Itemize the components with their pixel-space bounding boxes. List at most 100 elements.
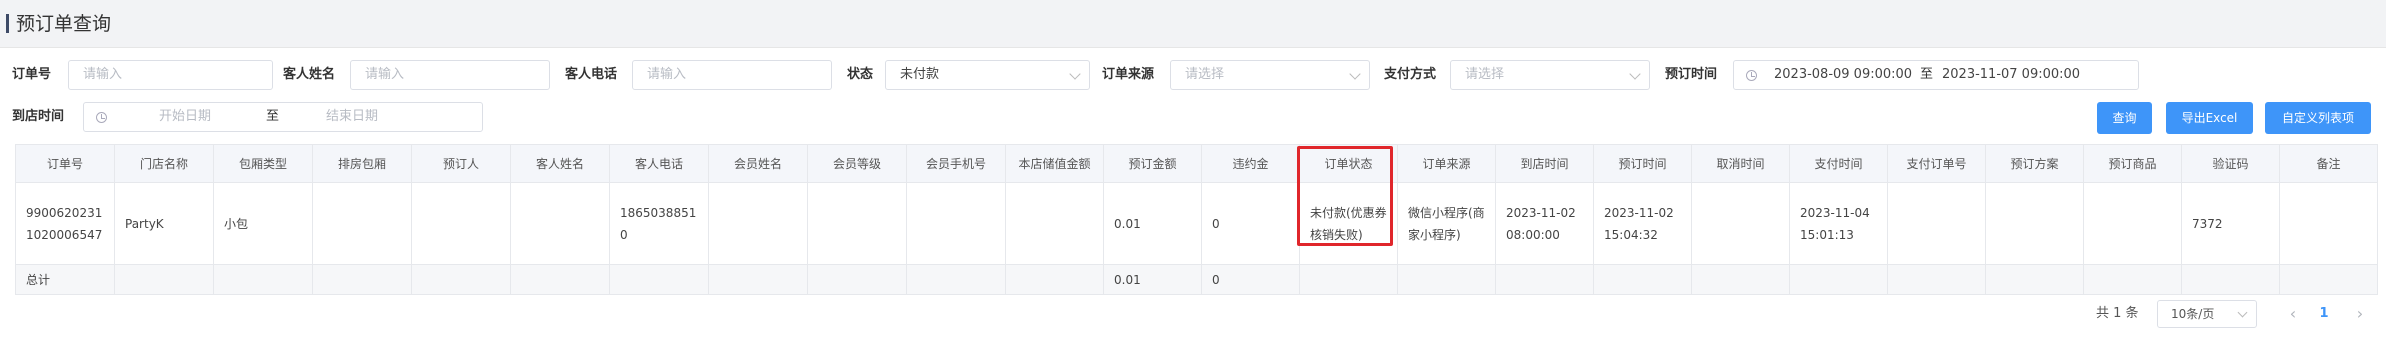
order-no-input[interactable]: 请输入 [68, 60, 273, 90]
booking-time-start: 2023-08-09 09:00:00 [1774, 67, 1913, 82]
booking-time-range[interactable]: 2023-08-09 09:00:00 至 2023-11-07 09:00:0… [1733, 60, 2139, 90]
page-header: 预订单查询 [0, 0, 2386, 48]
guest-name-label: 客人姓名 [283, 67, 336, 82]
status-value: 未付款 [900, 67, 940, 82]
total-cell [1397, 264, 1496, 295]
guest-phone-input[interactable]: 请输入 [632, 60, 832, 90]
total-cell: 0.01 [1103, 264, 1202, 295]
table-row[interactable]: 99006202311020006547 PartyK 小包 18650388510 0… [15, 182, 2378, 265]
total-cell [1985, 264, 2084, 295]
column-header: 订单号 [15, 144, 115, 183]
total-cell [609, 264, 709, 295]
page-size-value: 10条/页 [2171, 307, 2215, 321]
prev-page-button[interactable]: ‹ [2283, 300, 2303, 328]
table-cell: 7372 [2181, 182, 2280, 265]
total-cell [1887, 264, 1986, 295]
total-cell [1299, 264, 1398, 295]
table-cell: 99006202311020006547 [15, 182, 115, 265]
pay-method-select[interactable]: 请选择 [1450, 60, 1650, 90]
table-cell [906, 182, 1006, 265]
table-cell: 小包 [213, 182, 313, 265]
table-cell [411, 182, 511, 265]
arrival-time-start: 开始日期 [159, 109, 212, 124]
query-button[interactable]: 查询 [2097, 102, 2152, 134]
chevron-down-icon [1349, 68, 1361, 80]
table-cell [510, 182, 610, 265]
table-cell: 未付款(优惠券核销失败) [1299, 182, 1398, 265]
order-source-label: 订单来源 [1102, 67, 1155, 82]
guest-phone-label: 客人电话 [565, 67, 618, 82]
column-header: 客人姓名 [510, 144, 610, 183]
guest-phone-placeholder: 请输入 [647, 67, 687, 82]
total-cell: 总计 [15, 264, 115, 295]
column-header: 到店时间 [1495, 144, 1594, 183]
status-select[interactable]: 未付款 [885, 60, 1090, 90]
range-separator: 至 [266, 109, 280, 124]
total-cell [906, 264, 1006, 295]
column-header: 预订金额 [1103, 144, 1202, 183]
column-header: 支付时间 [1789, 144, 1888, 183]
orders-table: 订单号 门店名称 包厢类型 排房包厢 预订人 客人姓名 客人电话 会员姓名 会员等级 会员手机号本… [15, 144, 2378, 295]
table-cell: PartyK [114, 182, 214, 265]
table-cell [2279, 182, 2378, 265]
order-source-select[interactable]: 请选择 [1170, 60, 1370, 90]
chevron-down-icon [2237, 307, 2248, 318]
table-cell: 微信小程序(商家小程序) [1397, 182, 1496, 265]
clock-icon [1746, 70, 1757, 81]
column-header: 预订商品 [2083, 144, 2182, 183]
table-cell [1887, 182, 1986, 265]
total-cell [1691, 264, 1790, 295]
column-header: 违约金 [1201, 144, 1300, 183]
total-cell [1789, 264, 1888, 295]
column-header: 会员等级 [807, 144, 907, 183]
chevron-down-icon [1069, 68, 1081, 80]
column-header: 会员姓名 [708, 144, 808, 183]
total-cell [114, 264, 214, 295]
filter-panel: 订单号 请输入 客人姓名 请输入 客人电话 请输入 状态 未付款 订单来源 请选… [0, 60, 2386, 140]
total-cell [2181, 264, 2280, 295]
table-cell: 0 [1201, 182, 1300, 265]
arrival-time-range[interactable]: 开始日期 至 结束日期 [83, 102, 483, 132]
total-cell [2083, 264, 2182, 295]
guest-name-input[interactable]: 请输入 [350, 60, 550, 90]
total-cell [2279, 264, 2378, 295]
column-header: 排房包厢 [312, 144, 412, 183]
table-cell [1985, 182, 2084, 265]
column-header: 本店储值金额 [1005, 144, 1104, 183]
export-excel-button[interactable]: 导出Excel [2166, 102, 2253, 134]
clock-icon [96, 112, 107, 123]
column-header: 取消时间 [1691, 144, 1790, 183]
column-header: 预订方案 [1985, 144, 2084, 183]
table-cell: 2023-11-02 08:00:00 [1495, 182, 1594, 265]
total-cell [213, 264, 313, 295]
guest-name-placeholder: 请输入 [365, 67, 405, 82]
range-separator: 至 [1920, 67, 1934, 82]
next-page-button[interactable]: › [2350, 300, 2370, 328]
page-size-select[interactable]: 10条/页 [2157, 300, 2257, 328]
table-cell [1691, 182, 1790, 265]
total-cell [708, 264, 808, 295]
total-row: 总计 0.01 0 [15, 264, 2378, 295]
table-cell [708, 182, 808, 265]
booking-time-end: 2023-11-07 09:00:00 [1942, 67, 2081, 82]
arrival-time-end: 结束日期 [326, 109, 379, 124]
column-header: 订单状态 [1299, 144, 1398, 183]
table-cell: 2023-11-04 15:01:13 [1789, 182, 1888, 265]
column-header: 门店名称 [114, 144, 214, 183]
column-header: 包厢类型 [213, 144, 313, 183]
custom-columns-button[interactable]: 自定义列表项 [2265, 102, 2371, 134]
pay-method-label: 支付方式 [1384, 67, 1437, 82]
title-accent-bar [6, 14, 9, 33]
page-number-current[interactable]: 1 [2312, 300, 2336, 328]
table-header-row: 订单号 门店名称 包厢类型 排房包厢 预订人 客人姓名 客人电话 会员姓名 会员等级 会员手机号本… [15, 144, 2378, 183]
table-cell: 2023-11-02 15:04:32 [1593, 182, 1692, 265]
total-cell [411, 264, 511, 295]
total-cell [1495, 264, 1594, 295]
total-cell [1593, 264, 1692, 295]
arrival-time-label: 到店时间 [12, 109, 65, 124]
column-header: 支付订单号 [1887, 144, 1986, 183]
column-header: 订单来源 [1397, 144, 1496, 183]
total-cell [510, 264, 610, 295]
chevron-down-icon [1629, 68, 1641, 80]
table-cell: 0.01 [1103, 182, 1202, 265]
